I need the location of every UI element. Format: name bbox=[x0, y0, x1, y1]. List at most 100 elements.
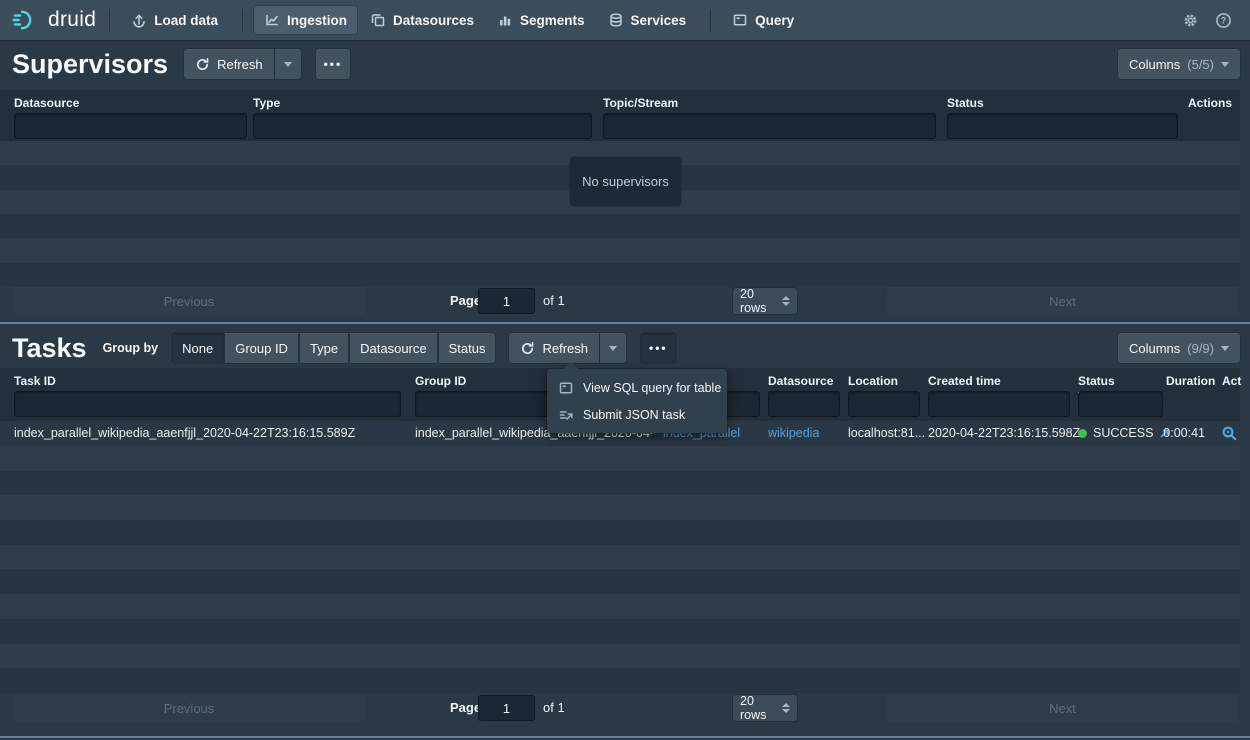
nav-divider bbox=[710, 9, 711, 32]
top-navbar: druid Load data Ingestion bbox=[0, 0, 1250, 40]
tasks-pagination: Previous Page of 1 20 rows Next bbox=[0, 694, 1240, 722]
empty-row bbox=[0, 569, 1240, 594]
gear-icon[interactable] bbox=[1182, 12, 1199, 29]
topic-stream-filter-input[interactable] bbox=[603, 113, 936, 139]
column-header-topic-stream[interactable]: Topic/Stream bbox=[603, 96, 678, 110]
group-by-group-id-button[interactable]: Group ID bbox=[225, 333, 298, 363]
tasks-title: Tasks bbox=[12, 331, 87, 365]
page-number-input[interactable] bbox=[478, 288, 535, 314]
column-header-status[interactable]: Status bbox=[947, 96, 984, 110]
page-label: Page bbox=[450, 694, 481, 722]
database-icon bbox=[608, 12, 624, 28]
task-id-filter-input[interactable] bbox=[14, 391, 401, 417]
datasource-link[interactable]: wikipedia bbox=[768, 421, 819, 446]
page-label: Page bbox=[450, 287, 481, 315]
menu-item-view-sql[interactable]: View SQL query for table bbox=[552, 374, 722, 401]
table-bottom-border bbox=[0, 736, 1250, 738]
empty-row bbox=[0, 520, 1240, 545]
columns-label: Columns bbox=[1129, 341, 1180, 356]
nav-item-label: Services bbox=[631, 13, 687, 28]
empty-row bbox=[0, 644, 1240, 669]
nav-item-services[interactable]: Services bbox=[598, 6, 697, 34]
svg-text:?: ? bbox=[1221, 15, 1227, 25]
column-header-created-time[interactable]: Created time bbox=[928, 374, 1001, 388]
refresh-interval-dropdown[interactable] bbox=[275, 49, 301, 79]
column-header-task-id[interactable]: Task ID bbox=[14, 374, 56, 388]
group-by-none-button[interactable]: None bbox=[172, 333, 223, 363]
column-header-datasource[interactable]: Datasource bbox=[768, 374, 833, 388]
nav-item-label: Ingestion bbox=[287, 13, 347, 28]
chevron-down-icon bbox=[609, 346, 617, 351]
refresh-button[interactable]: Refresh bbox=[509, 333, 599, 363]
status-filter-input[interactable] bbox=[947, 113, 1178, 139]
location-filter-input[interactable] bbox=[848, 391, 920, 417]
page-number-input[interactable] bbox=[478, 695, 535, 721]
bar-chart-icon bbox=[497, 12, 513, 28]
datasource-filter-input[interactable] bbox=[14, 113, 247, 139]
section-divider bbox=[0, 322, 1250, 324]
nav-item-label: Load data bbox=[154, 13, 218, 28]
refresh-label: Refresh bbox=[542, 341, 588, 356]
column-header-duration[interactable]: Duration bbox=[1166, 374, 1215, 388]
column-header-datasource[interactable]: Datasource bbox=[14, 96, 79, 110]
empty-row bbox=[0, 668, 1240, 693]
type-filter-input[interactable] bbox=[253, 113, 592, 139]
previous-page-button[interactable]: Previous bbox=[13, 287, 365, 315]
double-caret-icon bbox=[782, 296, 790, 306]
nav-item-query[interactable]: Query bbox=[722, 6, 804, 34]
nav-item-load-data[interactable]: Load data bbox=[121, 6, 228, 34]
submit-icon bbox=[558, 407, 574, 423]
tasks-empty-rows bbox=[0, 446, 1240, 693]
no-supervisors-message: No supervisors bbox=[570, 157, 681, 206]
supervisors-more-button[interactable]: ••• bbox=[316, 49, 351, 79]
menu-item-submit-json[interactable]: Submit JSON task bbox=[552, 401, 722, 428]
column-header-group-id[interactable]: Group ID bbox=[415, 374, 466, 388]
supervisors-columns-button[interactable]: Columns (5/5) bbox=[1118, 49, 1240, 79]
refresh-interval-dropdown[interactable] bbox=[600, 333, 626, 363]
application-icon bbox=[558, 380, 574, 396]
brand-name: druid bbox=[48, 8, 96, 32]
next-page-button[interactable]: Next bbox=[887, 694, 1238, 722]
refresh-icon bbox=[520, 341, 535, 356]
nav-item-segments[interactable]: Segments bbox=[487, 6, 595, 34]
refresh-label: Refresh bbox=[217, 57, 263, 72]
next-page-button[interactable]: Next bbox=[887, 287, 1238, 315]
empty-row bbox=[0, 238, 1240, 262]
page-count-label: of 1 bbox=[543, 287, 565, 315]
refresh-icon bbox=[195, 57, 210, 72]
column-header-type[interactable]: Type bbox=[253, 96, 280, 110]
refresh-button[interactable]: Refresh bbox=[184, 49, 274, 79]
chevron-down-icon bbox=[1221, 346, 1229, 351]
group-by-datasource-button[interactable]: Datasource bbox=[350, 333, 436, 363]
page-count-label: of 1 bbox=[543, 694, 565, 722]
nav-right-group: ? bbox=[1182, 12, 1238, 29]
column-header-location[interactable]: Location bbox=[848, 374, 898, 388]
supervisors-table-header: Datasource Type Topic/Stream Status Acti… bbox=[0, 90, 1240, 141]
previous-page-button[interactable]: Previous bbox=[13, 694, 365, 722]
druid-console: druid Load data Ingestion bbox=[0, 0, 1250, 740]
rows-per-page-value: 20 rows bbox=[740, 287, 782, 315]
rows-per-page-select[interactable]: 20 rows bbox=[733, 695, 797, 721]
tasks-more-button[interactable]: ••• bbox=[641, 333, 676, 363]
task-id-cell: index_parallel_wikipedia_aaenfjjl_2020-0… bbox=[14, 421, 409, 446]
group-by-status-button[interactable]: Status bbox=[439, 333, 496, 363]
empty-row bbox=[0, 446, 1240, 471]
upload-icon bbox=[131, 12, 147, 28]
column-header-actions: Act bbox=[1222, 374, 1241, 388]
group-by-type-button[interactable]: Type bbox=[300, 333, 348, 363]
created-time-filter-input[interactable] bbox=[928, 391, 1070, 417]
help-icon[interactable]: ? bbox=[1215, 12, 1232, 29]
tasks-columns-button[interactable]: Columns (9/9) bbox=[1118, 333, 1240, 363]
task-detail-button[interactable] bbox=[1221, 421, 1238, 446]
rows-per-page-select[interactable]: 20 rows bbox=[733, 288, 797, 314]
created-time-cell: 2020-04-22T23:16:15.598Z bbox=[928, 421, 1080, 446]
line-chart-icon bbox=[264, 12, 280, 28]
status-filter-input[interactable] bbox=[1078, 391, 1163, 417]
columns-label: Columns bbox=[1129, 57, 1180, 72]
nav-item-datasources[interactable]: Datasources bbox=[360, 6, 484, 34]
nav-item-label: Query bbox=[755, 13, 794, 28]
nav-item-ingestion[interactable]: Ingestion bbox=[254, 6, 357, 34]
empty-row bbox=[0, 471, 1240, 496]
datasource-filter-input[interactable] bbox=[768, 391, 840, 417]
druid-logo[interactable]: druid bbox=[12, 8, 96, 32]
